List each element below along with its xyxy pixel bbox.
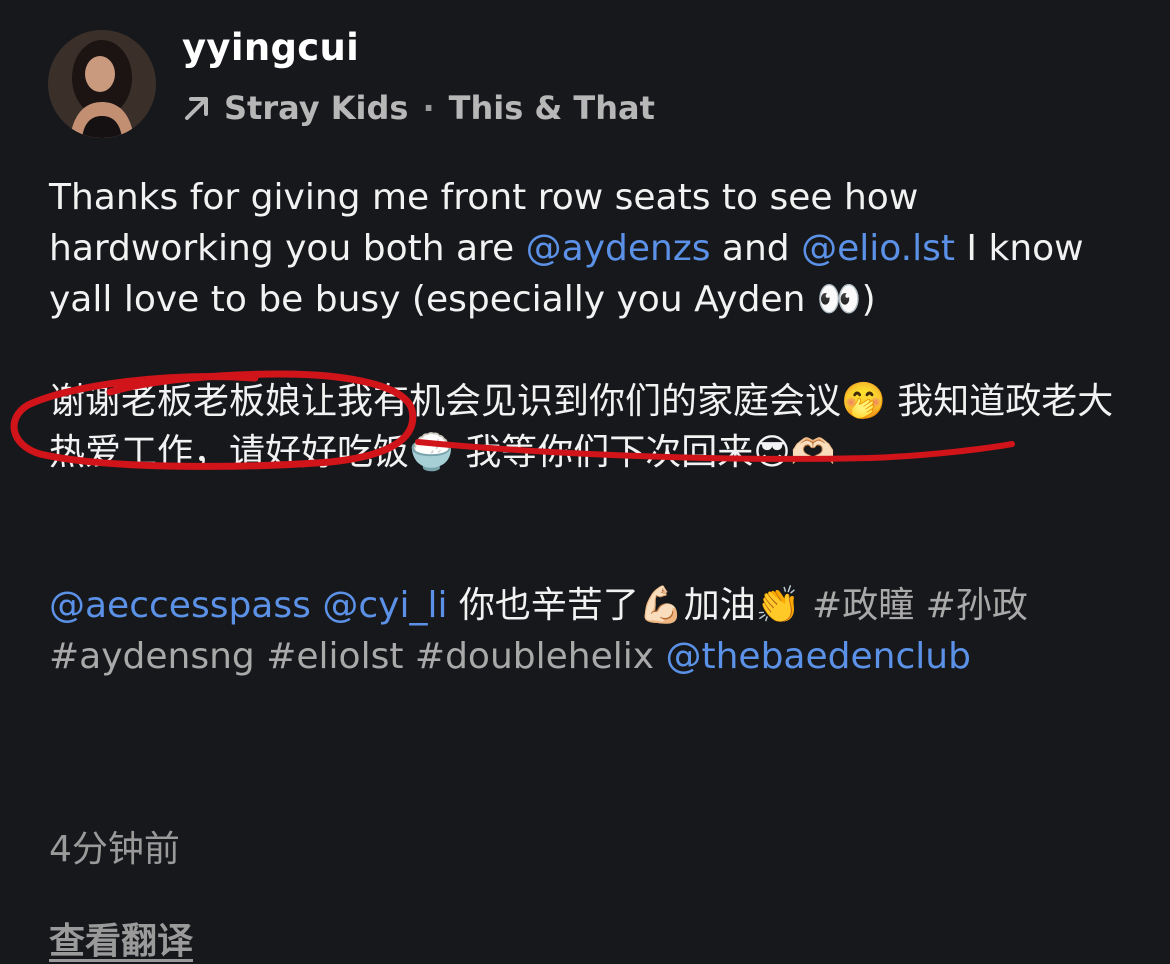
post-text: 我等你们下次回来 — [453, 432, 754, 473]
post-paragraph-chinese: 谢谢老板老板娘让我有机会见识到你们的家庭会议🤭 我知道政老大热爱工作，请好好吃饭… — [49, 376, 1139, 478]
emoji: 🫶🏻 — [790, 432, 836, 473]
post-text: 加油 — [683, 585, 756, 626]
topic-separator: · — [422, 89, 435, 127]
mention-link[interactable]: @aydenzs — [526, 228, 711, 269]
avatar[interactable] — [48, 30, 156, 138]
post-text — [914, 585, 925, 626]
subtopic-name[interactable]: This & That — [449, 89, 655, 127]
post-paragraph-english: Thanks for giving me front row seats to … — [49, 172, 1139, 325]
hashtag-link[interactable]: #孙政 — [926, 585, 1028, 626]
post-text — [311, 585, 322, 626]
post-body: Thanks for giving me front row seats to … — [49, 172, 1139, 682]
post-text — [801, 585, 812, 626]
mention-link[interactable]: @thebaedenclub — [666, 636, 971, 677]
mention-link[interactable]: @cyi_li — [322, 585, 447, 626]
topic-row[interactable]: Stray Kids · This & That — [180, 86, 655, 130]
post-text: 你也辛苦了 — [447, 585, 639, 626]
mention-link[interactable]: @elio.lst — [801, 228, 955, 269]
post-text: and — [710, 228, 802, 269]
arrow-up-right-icon — [185, 97, 208, 120]
post-text: 谢谢老板老板娘让我有机会见识到你们的家庭会议 — [49, 381, 842, 422]
emoji: 🍚 — [409, 432, 454, 473]
post-text — [654, 636, 665, 677]
hashtag-link[interactable]: #政瞳 — [812, 585, 914, 626]
post-text: ) — [861, 279, 876, 320]
emoji: 👀 — [816, 279, 862, 320]
hashtag-link[interactable]: #aydensng — [49, 636, 255, 677]
post-paragraph-tags: @aeccesspass @cyi_li 你也辛苦了💪🏻加油👏 #政瞳 #孙政 #… — [49, 580, 1139, 682]
emoji: 👏 — [755, 585, 801, 626]
hashtag-link[interactable]: #doublehelix — [415, 636, 654, 677]
post-text — [255, 636, 266, 677]
translate-link[interactable]: 查看翻译 — [49, 912, 193, 964]
post-text — [403, 636, 414, 677]
emoji: 😎 — [753, 432, 791, 473]
emoji: 💪🏻 — [638, 585, 684, 626]
mention-link[interactable]: @aeccesspass — [49, 585, 311, 626]
hashtag-link[interactable]: #eliolst — [266, 636, 403, 677]
avatar-photo — [48, 30, 156, 138]
topic-name[interactable]: Stray Kids — [224, 89, 408, 127]
post-timestamp: 4分钟前 — [49, 829, 180, 870]
username[interactable]: yyingcui — [182, 26, 359, 69]
emoji: 🤭 — [841, 381, 886, 422]
